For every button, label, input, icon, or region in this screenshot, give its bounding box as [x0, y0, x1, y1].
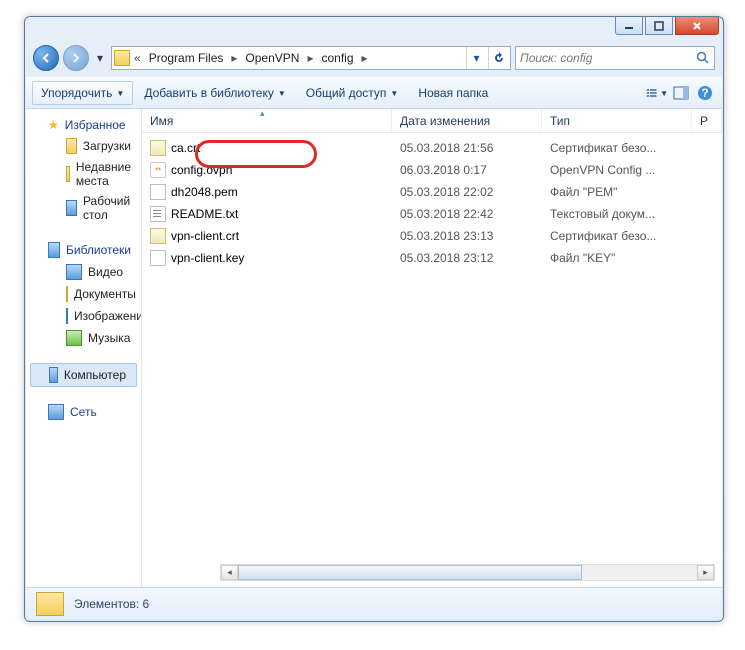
- column-type[interactable]: Тип: [542, 109, 692, 132]
- file-row[interactable]: ca.crt 05.03.2018 21:56Сертификат безо..…: [142, 137, 722, 159]
- refresh-button[interactable]: [488, 47, 508, 69]
- star-icon: ★: [48, 118, 59, 132]
- music-icon: [66, 330, 82, 346]
- address-bar[interactable]: « Program Files ▸ OpenVPN ▸ config ▸ ▾: [111, 46, 511, 70]
- organize-button[interactable]: Упорядочить▼: [32, 81, 133, 105]
- chevron-right-icon[interactable]: ▸: [305, 51, 315, 65]
- explorer-window: ▾ « Program Files ▸ OpenVPN ▸ config ▸ ▾…: [24, 16, 724, 622]
- share-button[interactable]: Общий доступ▼: [297, 81, 408, 105]
- close-button[interactable]: [675, 17, 719, 35]
- computer-icon: [49, 367, 58, 383]
- file-row[interactable]: README.txt 05.03.2018 22:42Текстовый док…: [142, 203, 722, 225]
- document-icon: [66, 286, 68, 302]
- text-file-icon: [150, 206, 166, 222]
- video-icon: [66, 264, 82, 280]
- svg-text:?: ?: [701, 86, 708, 100]
- chevron-right-icon[interactable]: ▸: [360, 51, 370, 65]
- column-size[interactable]: Р: [692, 109, 722, 132]
- search-icon: [696, 51, 710, 65]
- navigation-pane: ★Избранное Загрузки Недавние места Рабоч…: [26, 109, 142, 587]
- nav-desktop[interactable]: Рабочий стол: [26, 191, 141, 225]
- file-list-pane: ▴ Имя Дата изменения Тип Р ca.crt 05.03.…: [142, 109, 722, 587]
- desktop-icon: [66, 200, 77, 216]
- favorites-header[interactable]: ★Избранное: [26, 115, 141, 135]
- library-icon: [48, 242, 60, 258]
- scroll-thumb[interactable]: [238, 565, 582, 580]
- nav-music[interactable]: Музыка: [26, 327, 141, 349]
- back-button[interactable]: [33, 45, 59, 71]
- folder-icon: [66, 138, 77, 154]
- add-to-library-button[interactable]: Добавить в библиотеку▼: [135, 81, 294, 105]
- search-placeholder: Поиск: config: [520, 51, 592, 65]
- ovpn-icon: ᴖ: [150, 162, 166, 178]
- status-text: Элементов: 6: [74, 597, 149, 611]
- navigation-bar: ▾ « Program Files ▸ OpenVPN ▸ config ▸ ▾…: [33, 43, 715, 73]
- maximize-button[interactable]: [645, 17, 673, 35]
- breadcrumb-openvpn[interactable]: OpenVPN: [241, 51, 303, 65]
- breadcrumb-config[interactable]: config: [317, 51, 357, 65]
- status-bar: Элементов: 6: [26, 587, 722, 620]
- preview-pane-button[interactable]: [670, 82, 692, 104]
- scroll-track[interactable]: [238, 565, 697, 580]
- nav-network[interactable]: Сеть: [26, 401, 141, 423]
- command-bar: Упорядочить▼ Добавить в библиотеку▼ Общи…: [26, 77, 722, 109]
- nav-pictures[interactable]: Изображения: [26, 305, 141, 327]
- nav-downloads[interactable]: Загрузки: [26, 135, 141, 157]
- libraries-header[interactable]: Библиотеки: [26, 239, 141, 261]
- file-row[interactable]: dh2048.pem 05.03.2018 22:02Файл "PEM": [142, 181, 722, 203]
- history-dropdown[interactable]: ▾: [93, 46, 107, 70]
- view-options-button[interactable]: ▼: [646, 82, 668, 104]
- chevron-right-icon[interactable]: ▸: [229, 51, 239, 65]
- file-row[interactable]: vpn-client.key 05.03.2018 23:12Файл "KEY…: [142, 247, 722, 269]
- nav-video[interactable]: Видео: [26, 261, 141, 283]
- body-area: ★Избранное Загрузки Недавние места Рабоч…: [26, 109, 722, 587]
- folder-icon: [114, 50, 130, 66]
- file-row[interactable]: vpn-client.crt 05.03.2018 23:13Сертифика…: [142, 225, 722, 247]
- minimize-button[interactable]: [615, 17, 643, 35]
- horizontal-scrollbar[interactable]: ◂ ▸: [220, 564, 715, 581]
- address-dropdown[interactable]: ▾: [466, 47, 486, 69]
- recent-icon: [66, 166, 70, 182]
- network-icon: [48, 404, 64, 420]
- file-icon: [150, 184, 166, 200]
- column-headers: Имя Дата изменения Тип Р: [142, 109, 722, 133]
- forward-button[interactable]: [63, 45, 89, 71]
- column-name[interactable]: Имя: [142, 109, 392, 132]
- sort-indicator-icon: ▴: [260, 108, 265, 119]
- certificate-icon: [150, 228, 166, 244]
- breadcrumb-root[interactable]: «: [132, 51, 143, 65]
- window-caption-buttons: [615, 17, 719, 35]
- nav-computer[interactable]: Компьютер: [30, 363, 137, 387]
- file-rows: ca.crt 05.03.2018 21:56Сертификат безо..…: [142, 133, 722, 269]
- nav-documents[interactable]: Документы: [26, 283, 141, 305]
- breadcrumb-program-files[interactable]: Program Files: [145, 51, 228, 65]
- certificate-icon: [150, 140, 166, 156]
- column-date[interactable]: Дата изменения: [392, 109, 542, 132]
- file-icon: [150, 250, 166, 266]
- help-button[interactable]: ?: [694, 82, 716, 104]
- scroll-right-button[interactable]: ▸: [697, 565, 714, 580]
- search-box[interactable]: Поиск: config: [515, 46, 715, 70]
- pictures-icon: [66, 308, 68, 324]
- file-row[interactable]: ᴖconfig.ovpn 06.03.2018 0:17OpenVPN Conf…: [142, 159, 722, 181]
- new-folder-button[interactable]: Новая папка: [409, 81, 497, 105]
- scroll-left-button[interactable]: ◂: [221, 565, 238, 580]
- nav-recent[interactable]: Недавние места: [26, 157, 141, 191]
- folder-icon: [36, 592, 64, 616]
